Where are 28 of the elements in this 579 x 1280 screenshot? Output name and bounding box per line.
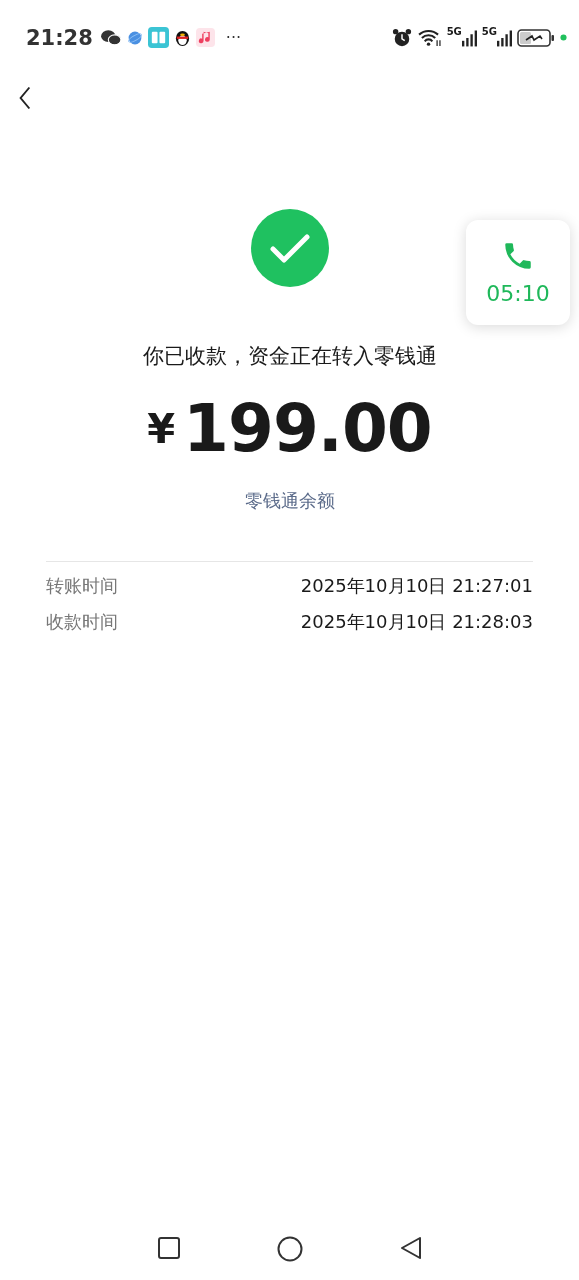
back-nav-button[interactable]	[398, 1236, 423, 1262]
signal-bars-icon	[461, 28, 477, 47]
amount-value: 199.00	[183, 390, 432, 467]
signal-bars-icon	[497, 28, 512, 47]
globe-icon	[126, 29, 143, 46]
network-type: 5G	[481, 26, 497, 37]
more-notifications: ···	[225, 28, 242, 47]
status-dot-icon	[560, 34, 567, 41]
status-message: 你已收款，资金正在转入零钱通	[142, 343, 437, 370]
network-type: 5G	[446, 26, 462, 37]
music-note-icon	[195, 28, 215, 47]
book-icon	[147, 27, 169, 48]
home-button[interactable]	[276, 1236, 303, 1262]
call-duration: 05:10	[486, 281, 550, 306]
detail-value: 2025年10月10日 21:28:03	[300, 610, 533, 634]
penguin-icon	[173, 28, 191, 47]
success-check-icon	[250, 209, 329, 287]
detail-label: 收款时间	[46, 610, 118, 634]
battery-charging-icon	[517, 28, 555, 47]
currency-symbol: ¥	[147, 405, 176, 452]
clock-time: 21:28	[26, 25, 93, 50]
detail-value: 2025年10月10日 21:27:01	[300, 574, 533, 598]
detail-label: 转账时间	[46, 574, 118, 598]
recent-apps-button[interactable]	[156, 1236, 181, 1262]
alarm-clock-icon	[391, 27, 412, 48]
wifi-icon	[416, 28, 442, 47]
balance-link[interactable]: 零钱通余额	[244, 489, 335, 513]
chat-bubbles-icon	[99, 28, 122, 47]
